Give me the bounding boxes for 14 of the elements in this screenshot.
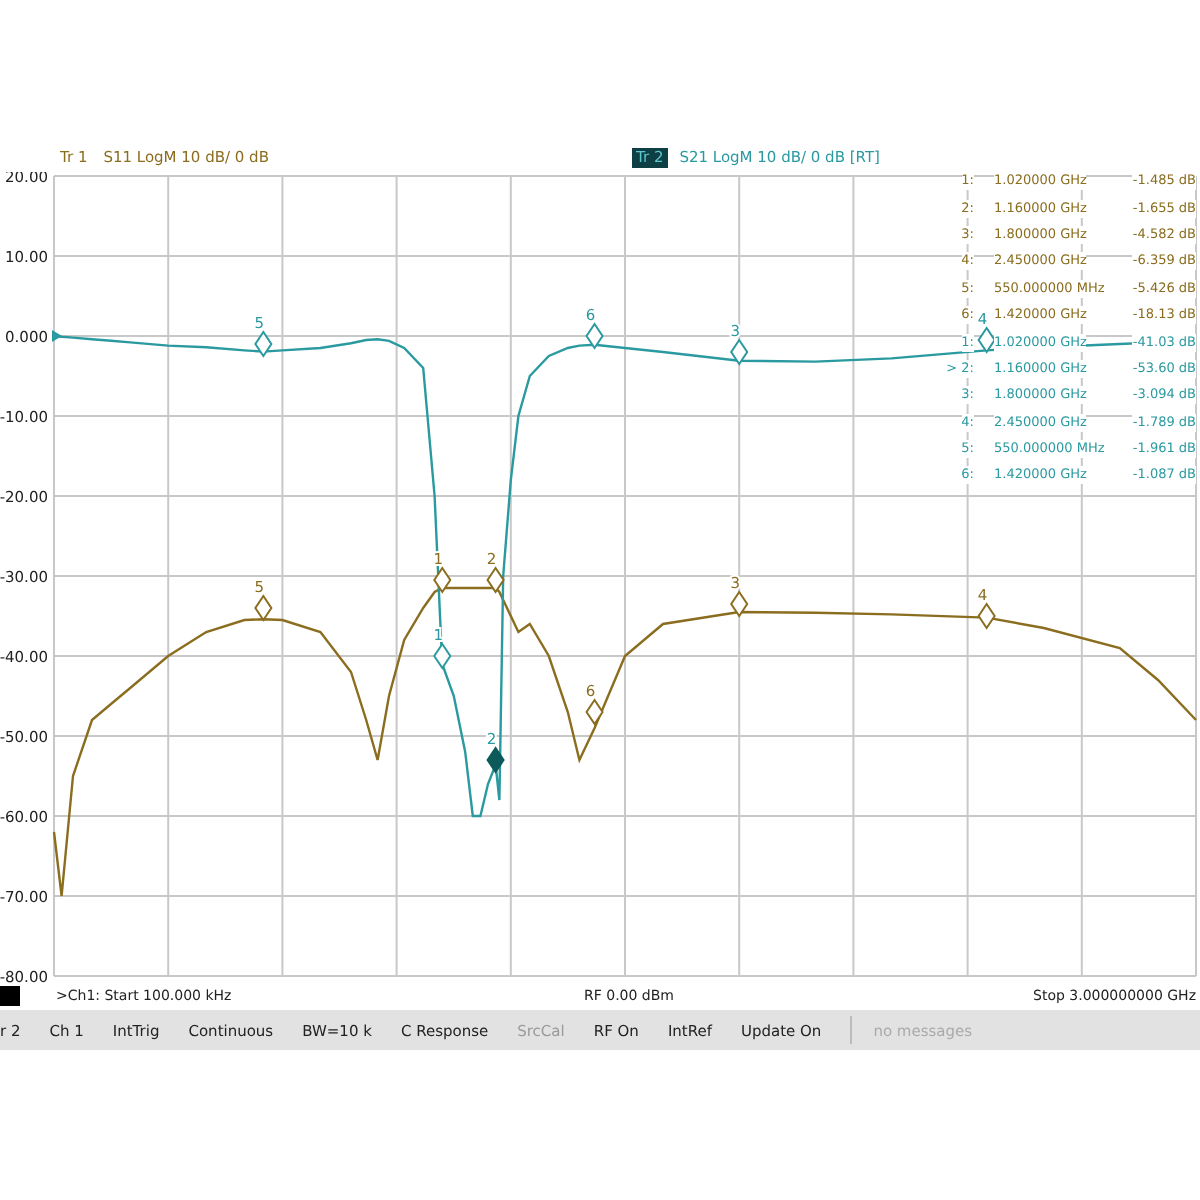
marker-icon[interactable] [977, 326, 996, 354]
marker-icon[interactable] [433, 566, 452, 594]
marker-icon[interactable] [730, 590, 749, 618]
marker-icon[interactable] [585, 322, 604, 350]
marker-icon[interactable] [486, 566, 505, 594]
reference-marker-icon [0, 986, 20, 1006]
marker-icon[interactable] [585, 698, 604, 726]
marker-icon[interactable] [433, 642, 452, 670]
marker-icon[interactable] [254, 330, 273, 358]
reference-marker-icon [52, 330, 62, 342]
marker-icon[interactable] [730, 338, 749, 366]
marker-icon[interactable] [486, 746, 505, 774]
marker-icon[interactable] [254, 594, 273, 622]
marker-icon[interactable] [977, 602, 996, 630]
